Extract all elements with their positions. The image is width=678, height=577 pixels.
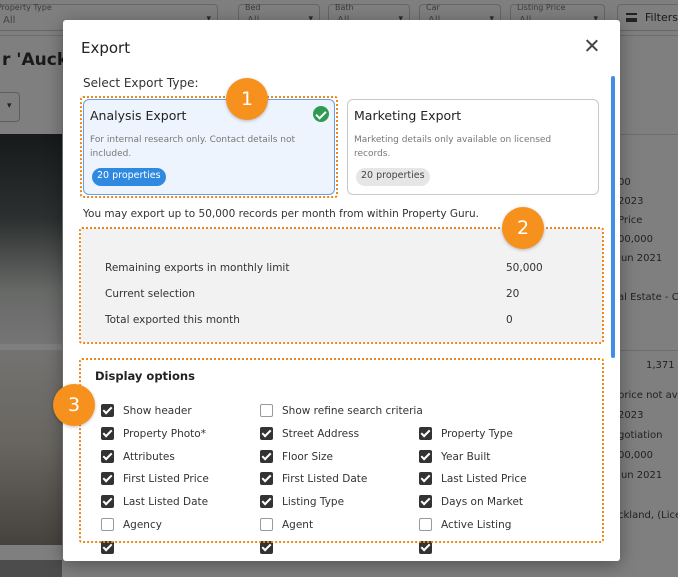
export-limit-note: You may export up to 50,000 records per … (83, 208, 479, 220)
card-description: Marketing details only available on lice… (354, 135, 552, 159)
close-icon[interactable] (584, 38, 600, 54)
annotation-marker: 1 (226, 78, 268, 120)
highlight-frame (80, 96, 338, 198)
card-title: Marketing Export (354, 108, 462, 123)
highlight-frame (79, 358, 604, 543)
scrollbar[interactable] (611, 76, 615, 358)
properties-count-badge: 20 properties (356, 168, 430, 186)
marketing-export-card[interactable]: Marketing Export Marketing details only … (347, 99, 599, 195)
export-modal: Export Select Export Type: Analysis Expo… (63, 20, 620, 561)
modal-title: Export (81, 39, 131, 57)
annotation-marker: 2 (502, 207, 544, 249)
select-export-type-label: Select Export Type: (83, 76, 199, 90)
annotation-marker: 3 (53, 384, 95, 426)
